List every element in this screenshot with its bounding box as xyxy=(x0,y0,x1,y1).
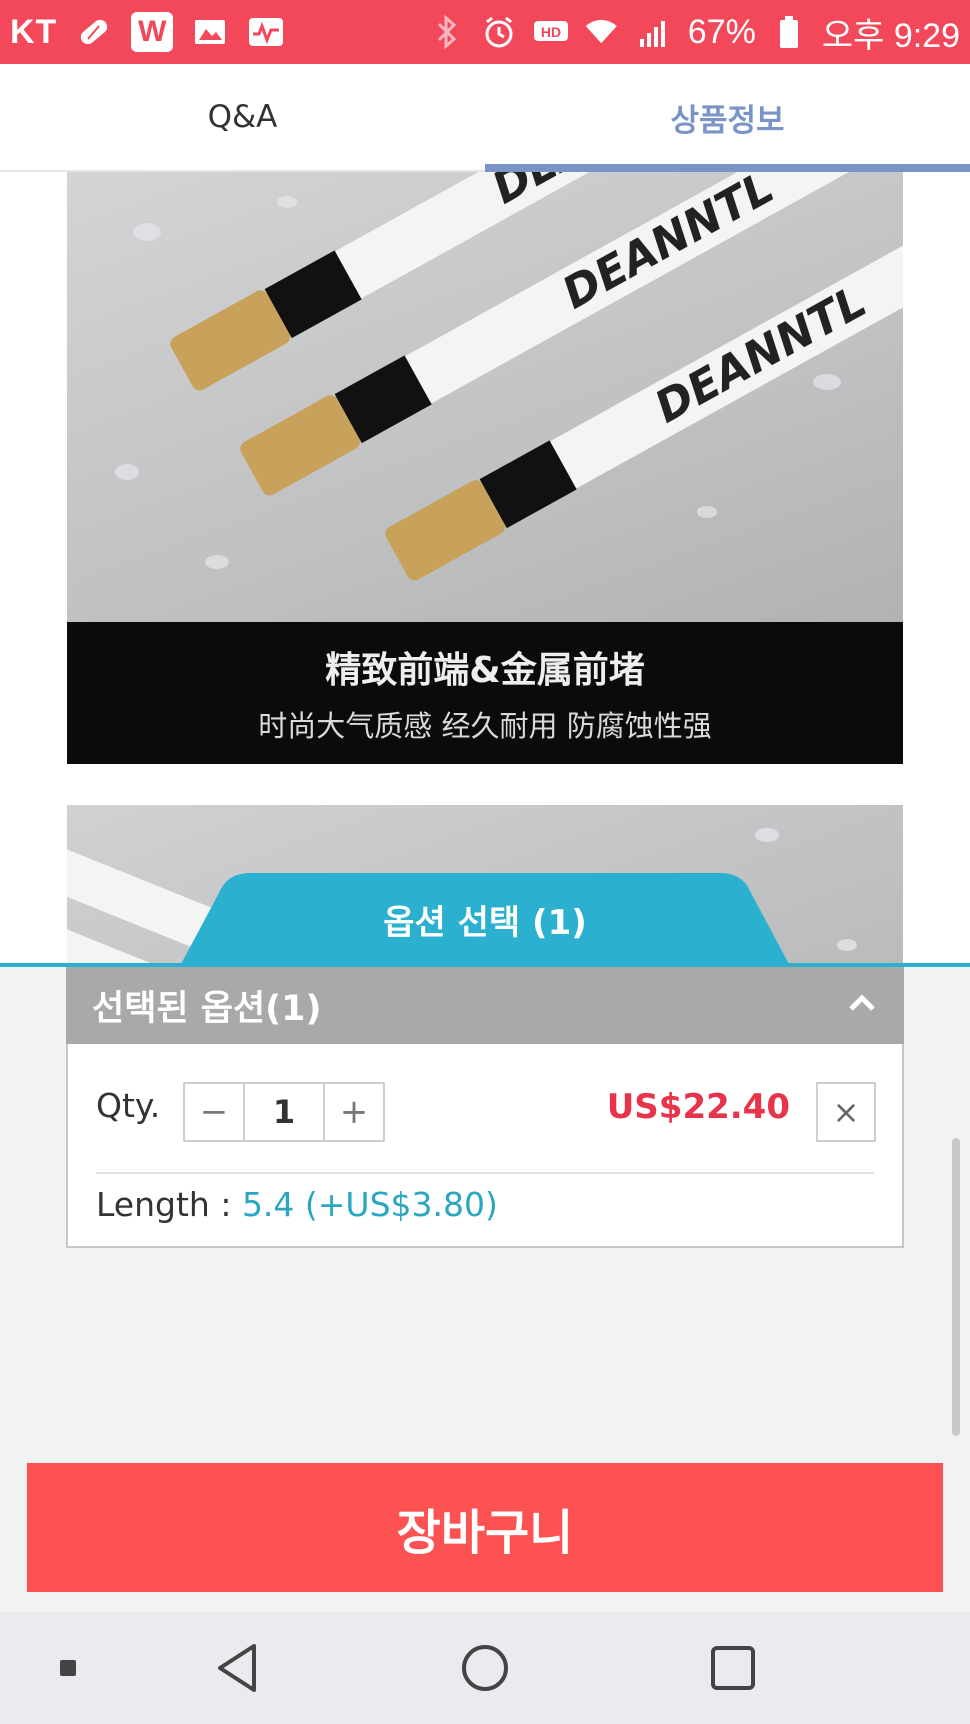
product-image: DEANNTL DEANNTL DEANNTL 精致前端&金属前堵 时尚大气质感… xyxy=(67,172,903,764)
svg-text:DEANNTL: DEANNTL xyxy=(554,172,782,319)
activity-icon xyxy=(247,15,285,49)
bluetooth-icon xyxy=(428,15,466,49)
option-select-label: 옵션 선택 (1) xyxy=(383,903,587,943)
image-caption: 精致前端&金属前堵 时尚大气质感 经久耐用 防腐蚀性强 xyxy=(67,622,903,764)
option-price: US$22.40 xyxy=(606,1087,790,1127)
selected-options-title: 선택된 옵션(1) xyxy=(92,989,322,1029)
remove-option-button[interactable]: × xyxy=(816,1082,876,1142)
selected-option-card: Qty. − 1 + US$22.40 × Length : 5.4 (+US$… xyxy=(66,1044,904,1248)
gallery-icon xyxy=(191,15,229,49)
divider xyxy=(96,1172,874,1174)
battery-percent: 67% xyxy=(687,12,756,51)
clock: 오후 9:29 xyxy=(821,16,960,55)
length-value: 5.4 (+US$3.80) xyxy=(241,1185,498,1224)
status-bar: KT W HD 67% 오후 9:29 xyxy=(0,0,970,64)
scrollbar[interactable] xyxy=(952,1138,960,1436)
option-select-tab[interactable]: 옵션 선택 (1) xyxy=(180,873,790,966)
signal-icon xyxy=(636,15,674,49)
svg-text:HD: HD xyxy=(541,24,561,40)
alarm-icon xyxy=(480,15,518,49)
quantity-value[interactable]: 1 xyxy=(243,1084,325,1140)
notification-dot-icon[interactable] xyxy=(58,1658,78,1678)
chevron-up-icon[interactable] xyxy=(846,987,878,1028)
tab-product-info[interactable]: 상품정보 xyxy=(485,64,970,172)
caption-title: 精致前端&金属前堵 xyxy=(325,650,645,691)
tab-qna[interactable]: Q&A xyxy=(0,64,485,170)
recent-apps-icon[interactable] xyxy=(709,1644,757,1692)
wifi-icon xyxy=(584,15,622,49)
tab-bar: Q&A 상품정보 xyxy=(0,64,970,172)
decrement-button[interactable]: − xyxy=(185,1084,243,1140)
svg-text:DEANNTL: DEANNTL xyxy=(647,276,875,433)
caption-subtitle: 时尚大气质感 经久耐用 防腐蚀性强 xyxy=(258,709,712,743)
selected-options-header[interactable]: 선택된 옵션(1) xyxy=(66,967,904,1044)
battery-icon xyxy=(770,15,808,49)
increment-button[interactable]: + xyxy=(325,1084,383,1140)
qty-row: Qty. − 1 + US$22.40 × xyxy=(68,1044,902,1172)
hd-icon: HD xyxy=(532,15,570,49)
w-app-icon: W xyxy=(131,12,174,52)
length-row: Length : 5.4 (+US$3.80) xyxy=(96,1185,498,1224)
system-nav-bar xyxy=(0,1612,970,1724)
carrier-label: KT xyxy=(10,12,58,51)
length-label: Length : xyxy=(96,1185,232,1224)
back-icon[interactable] xyxy=(214,1642,260,1694)
quantity-stepper: − 1 + xyxy=(183,1082,385,1142)
pill-icon xyxy=(75,15,113,49)
add-to-cart-button[interactable]: 장바구니 xyxy=(27,1463,943,1592)
qty-label: Qty. xyxy=(96,1086,161,1125)
home-icon[interactable] xyxy=(460,1643,510,1693)
fishing-rod-illustration: DEANNTL DEANNTL DEANNTL xyxy=(115,172,903,581)
